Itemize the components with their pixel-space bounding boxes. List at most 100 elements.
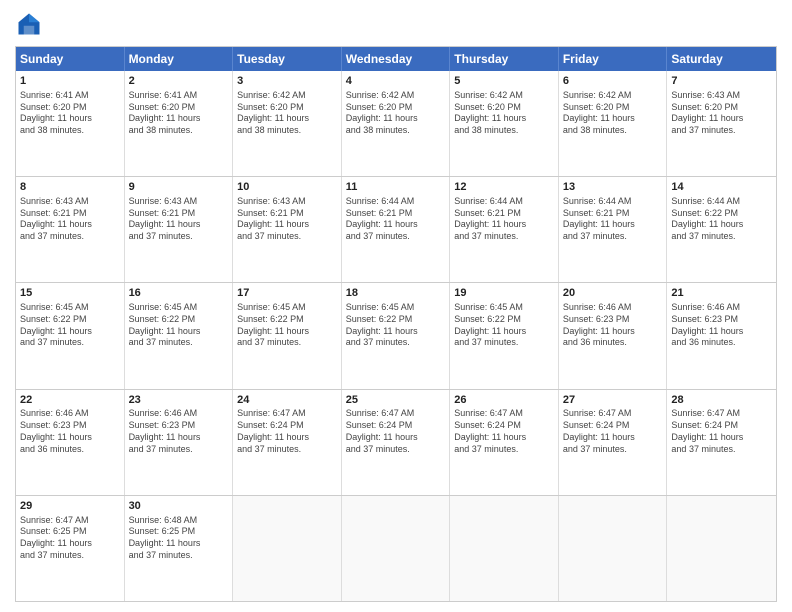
cell-info: Sunrise: 6:47 AM Sunset: 6:24 PM Dayligh… bbox=[237, 408, 337, 455]
day-number: 16 bbox=[129, 286, 229, 301]
day-number: 14 bbox=[671, 180, 772, 195]
header-day-friday: Friday bbox=[559, 47, 668, 71]
day-number: 21 bbox=[671, 286, 772, 301]
cell-info: Sunrise: 6:47 AM Sunset: 6:24 PM Dayligh… bbox=[346, 408, 446, 455]
calendar-cell-25: 25Sunrise: 6:47 AM Sunset: 6:24 PM Dayli… bbox=[342, 390, 451, 495]
calendar-cell-empty bbox=[450, 496, 559, 601]
cell-info: Sunrise: 6:44 AM Sunset: 6:21 PM Dayligh… bbox=[563, 196, 663, 243]
day-number: 7 bbox=[671, 74, 772, 89]
day-number: 10 bbox=[237, 180, 337, 195]
day-number: 22 bbox=[20, 393, 120, 408]
calendar-cell-30: 30Sunrise: 6:48 AM Sunset: 6:25 PM Dayli… bbox=[125, 496, 234, 601]
cell-info: Sunrise: 6:46 AM Sunset: 6:23 PM Dayligh… bbox=[671, 302, 772, 349]
calendar-cell-19: 19Sunrise: 6:45 AM Sunset: 6:22 PM Dayli… bbox=[450, 283, 559, 388]
cell-info: Sunrise: 6:44 AM Sunset: 6:22 PM Dayligh… bbox=[671, 196, 772, 243]
calendar-cell-4: 4Sunrise: 6:42 AM Sunset: 6:20 PM Daylig… bbox=[342, 71, 451, 176]
calendar-cell-15: 15Sunrise: 6:45 AM Sunset: 6:22 PM Dayli… bbox=[16, 283, 125, 388]
calendar-cell-21: 21Sunrise: 6:46 AM Sunset: 6:23 PM Dayli… bbox=[667, 283, 776, 388]
calendar-cell-1: 1Sunrise: 6:41 AM Sunset: 6:20 PM Daylig… bbox=[16, 71, 125, 176]
cell-info: Sunrise: 6:43 AM Sunset: 6:21 PM Dayligh… bbox=[237, 196, 337, 243]
calendar-cell-24: 24Sunrise: 6:47 AM Sunset: 6:24 PM Dayli… bbox=[233, 390, 342, 495]
calendar-cell-empty bbox=[559, 496, 668, 601]
cell-info: Sunrise: 6:47 AM Sunset: 6:24 PM Dayligh… bbox=[563, 408, 663, 455]
calendar-cell-6: 6Sunrise: 6:42 AM Sunset: 6:20 PM Daylig… bbox=[559, 71, 668, 176]
day-number: 24 bbox=[237, 393, 337, 408]
calendar-cell-28: 28Sunrise: 6:47 AM Sunset: 6:24 PM Dayli… bbox=[667, 390, 776, 495]
cell-info: Sunrise: 6:47 AM Sunset: 6:24 PM Dayligh… bbox=[454, 408, 554, 455]
cell-info: Sunrise: 6:46 AM Sunset: 6:23 PM Dayligh… bbox=[563, 302, 663, 349]
calendar-cell-22: 22Sunrise: 6:46 AM Sunset: 6:23 PM Dayli… bbox=[16, 390, 125, 495]
header-day-tuesday: Tuesday bbox=[233, 47, 342, 71]
calendar-row-4: 22Sunrise: 6:46 AM Sunset: 6:23 PM Dayli… bbox=[16, 389, 776, 495]
calendar-row-1: 1Sunrise: 6:41 AM Sunset: 6:20 PM Daylig… bbox=[16, 71, 776, 176]
cell-info: Sunrise: 6:45 AM Sunset: 6:22 PM Dayligh… bbox=[20, 302, 120, 349]
day-number: 1 bbox=[20, 74, 120, 89]
calendar-cell-23: 23Sunrise: 6:46 AM Sunset: 6:23 PM Dayli… bbox=[125, 390, 234, 495]
header-day-thursday: Thursday bbox=[450, 47, 559, 71]
day-number: 11 bbox=[346, 180, 446, 195]
calendar-cell-11: 11Sunrise: 6:44 AM Sunset: 6:21 PM Dayli… bbox=[342, 177, 451, 282]
calendar: SundayMondayTuesdayWednesdayThursdayFrid… bbox=[15, 46, 777, 602]
page: SundayMondayTuesdayWednesdayThursdayFrid… bbox=[0, 0, 792, 612]
day-number: 9 bbox=[129, 180, 229, 195]
calendar-cell-13: 13Sunrise: 6:44 AM Sunset: 6:21 PM Dayli… bbox=[559, 177, 668, 282]
day-number: 30 bbox=[129, 499, 229, 514]
cell-info: Sunrise: 6:42 AM Sunset: 6:20 PM Dayligh… bbox=[563, 90, 663, 137]
logo bbox=[15, 10, 47, 38]
day-number: 17 bbox=[237, 286, 337, 301]
calendar-cell-27: 27Sunrise: 6:47 AM Sunset: 6:24 PM Dayli… bbox=[559, 390, 668, 495]
header-day-wednesday: Wednesday bbox=[342, 47, 451, 71]
day-number: 6 bbox=[563, 74, 663, 89]
cell-info: Sunrise: 6:45 AM Sunset: 6:22 PM Dayligh… bbox=[454, 302, 554, 349]
cell-info: Sunrise: 6:44 AM Sunset: 6:21 PM Dayligh… bbox=[454, 196, 554, 243]
calendar-cell-9: 9Sunrise: 6:43 AM Sunset: 6:21 PM Daylig… bbox=[125, 177, 234, 282]
day-number: 28 bbox=[671, 393, 772, 408]
header bbox=[15, 10, 777, 38]
calendar-cell-2: 2Sunrise: 6:41 AM Sunset: 6:20 PM Daylig… bbox=[125, 71, 234, 176]
calendar-row-3: 15Sunrise: 6:45 AM Sunset: 6:22 PM Dayli… bbox=[16, 282, 776, 388]
calendar-cell-29: 29Sunrise: 6:47 AM Sunset: 6:25 PM Dayli… bbox=[16, 496, 125, 601]
cell-info: Sunrise: 6:43 AM Sunset: 6:21 PM Dayligh… bbox=[129, 196, 229, 243]
calendar-cell-14: 14Sunrise: 6:44 AM Sunset: 6:22 PM Dayli… bbox=[667, 177, 776, 282]
calendar-cell-10: 10Sunrise: 6:43 AM Sunset: 6:21 PM Dayli… bbox=[233, 177, 342, 282]
calendar-cell-17: 17Sunrise: 6:45 AM Sunset: 6:22 PM Dayli… bbox=[233, 283, 342, 388]
header-day-monday: Monday bbox=[125, 47, 234, 71]
calendar-row-2: 8Sunrise: 6:43 AM Sunset: 6:21 PM Daylig… bbox=[16, 176, 776, 282]
calendar-cell-20: 20Sunrise: 6:46 AM Sunset: 6:23 PM Dayli… bbox=[559, 283, 668, 388]
day-number: 3 bbox=[237, 74, 337, 89]
cell-info: Sunrise: 6:41 AM Sunset: 6:20 PM Dayligh… bbox=[20, 90, 120, 137]
day-number: 29 bbox=[20, 499, 120, 514]
calendar-cell-5: 5Sunrise: 6:42 AM Sunset: 6:20 PM Daylig… bbox=[450, 71, 559, 176]
calendar-cell-18: 18Sunrise: 6:45 AM Sunset: 6:22 PM Dayli… bbox=[342, 283, 451, 388]
cell-info: Sunrise: 6:42 AM Sunset: 6:20 PM Dayligh… bbox=[454, 90, 554, 137]
cell-info: Sunrise: 6:48 AM Sunset: 6:25 PM Dayligh… bbox=[129, 515, 229, 562]
cell-info: Sunrise: 6:47 AM Sunset: 6:24 PM Dayligh… bbox=[671, 408, 772, 455]
cell-info: Sunrise: 6:43 AM Sunset: 6:21 PM Dayligh… bbox=[20, 196, 120, 243]
day-number: 19 bbox=[454, 286, 554, 301]
cell-info: Sunrise: 6:46 AM Sunset: 6:23 PM Dayligh… bbox=[20, 408, 120, 455]
calendar-cell-8: 8Sunrise: 6:43 AM Sunset: 6:21 PM Daylig… bbox=[16, 177, 125, 282]
day-number: 25 bbox=[346, 393, 446, 408]
cell-info: Sunrise: 6:45 AM Sunset: 6:22 PM Dayligh… bbox=[346, 302, 446, 349]
header-day-saturday: Saturday bbox=[667, 47, 776, 71]
cell-info: Sunrise: 6:45 AM Sunset: 6:22 PM Dayligh… bbox=[129, 302, 229, 349]
day-number: 4 bbox=[346, 74, 446, 89]
calendar-cell-empty bbox=[342, 496, 451, 601]
cell-info: Sunrise: 6:46 AM Sunset: 6:23 PM Dayligh… bbox=[129, 408, 229, 455]
calendar-body: 1Sunrise: 6:41 AM Sunset: 6:20 PM Daylig… bbox=[16, 71, 776, 601]
cell-info: Sunrise: 6:42 AM Sunset: 6:20 PM Dayligh… bbox=[346, 90, 446, 137]
day-number: 20 bbox=[563, 286, 663, 301]
day-number: 15 bbox=[20, 286, 120, 301]
cell-info: Sunrise: 6:44 AM Sunset: 6:21 PM Dayligh… bbox=[346, 196, 446, 243]
cell-info: Sunrise: 6:41 AM Sunset: 6:20 PM Dayligh… bbox=[129, 90, 229, 137]
day-number: 12 bbox=[454, 180, 554, 195]
day-number: 26 bbox=[454, 393, 554, 408]
day-number: 23 bbox=[129, 393, 229, 408]
calendar-header: SundayMondayTuesdayWednesdayThursdayFrid… bbox=[16, 47, 776, 71]
calendar-cell-empty bbox=[667, 496, 776, 601]
calendar-cell-26: 26Sunrise: 6:47 AM Sunset: 6:24 PM Dayli… bbox=[450, 390, 559, 495]
cell-info: Sunrise: 6:47 AM Sunset: 6:25 PM Dayligh… bbox=[20, 515, 120, 562]
day-number: 27 bbox=[563, 393, 663, 408]
day-number: 2 bbox=[129, 74, 229, 89]
calendar-row-5: 29Sunrise: 6:47 AM Sunset: 6:25 PM Dayli… bbox=[16, 495, 776, 601]
